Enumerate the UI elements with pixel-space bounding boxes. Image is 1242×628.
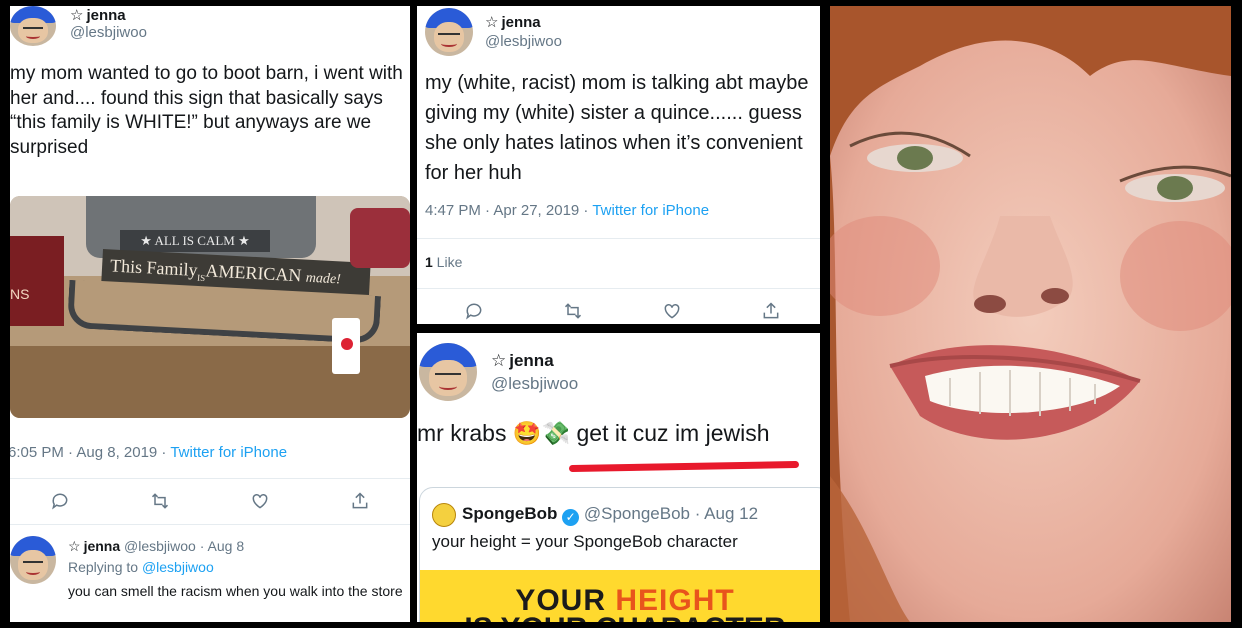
- tweet-text: mr krabs 🤩💸 get it cuz im jewish: [417, 420, 770, 446]
- selfie-photo: [830, 6, 1231, 622]
- like-icon[interactable]: [250, 491, 270, 511]
- avatar[interactable]: [425, 8, 473, 56]
- divider: [10, 524, 410, 525]
- user-name[interactable]: ☆ jenna: [485, 13, 541, 31]
- like-count[interactable]: 1 Like: [425, 254, 462, 270]
- replying-to-link[interactable]: @lesbjiwoo: [142, 559, 214, 575]
- reply-user-handle[interactable]: @lesbjiwoo: [124, 538, 196, 554]
- tweet-panel-boot-barn: ☆ jenna @lesbjiwoo my mom wanted to go to…: [10, 6, 410, 622]
- quoted-tweet[interactable]: SpongeBob ✓ @SpongeBob · Aug 12 your hei…: [419, 487, 820, 622]
- tweet-text: my mom wanted to go to boot barn, i went…: [10, 63, 403, 159]
- user-name[interactable]: ☆ jenna: [70, 6, 126, 24]
- tweet-panel-quince: ☆ jenna @lesbjiwoo my (white, racist) mom…: [417, 6, 820, 324]
- quoted-text: your height = your SpongeBob character: [432, 532, 738, 551]
- retweet-icon[interactable]: [563, 301, 583, 321]
- user-handle[interactable]: @lesbjiwoo: [491, 374, 578, 394]
- face-photo-illustration: [830, 6, 1231, 622]
- like-icon[interactable]: [662, 301, 682, 321]
- red-underline: [568, 460, 800, 473]
- tweet-timestamp[interactable]: 4:47 PM · Apr 27, 2019 · Twitter for iPh…: [425, 202, 709, 219]
- banner-line2: IS YOUR CHARACTER: [420, 612, 820, 622]
- retweet-icon[interactable]: [150, 491, 170, 511]
- divider: [417, 238, 820, 239]
- reply-header: ☆ jenna @lesbjiwoo · Aug 8: [68, 538, 245, 554]
- tweet-panel-mr-krabs: ☆ jenna @lesbjiwoo mr krabs 🤩💸 get it cuz…: [417, 333, 820, 622]
- divider: [417, 288, 820, 289]
- tweet-source-link[interactable]: Twitter for iPhone: [592, 202, 709, 219]
- verified-badge-icon: ✓: [562, 509, 580, 526]
- reply-user-name[interactable]: jenna: [84, 538, 121, 554]
- user-handle[interactable]: @lesbjiwoo: [70, 24, 147, 41]
- tweet-source-link[interactable]: Twitter for iPhone: [170, 444, 287, 461]
- tweet-photo[interactable]: NS ★ ALL IS CALM ★ This FamilyISAMERICAN…: [10, 196, 410, 418]
- quoted-banner[interactable]: YOUR HEIGHT IS YOUR CHARACTER: [420, 570, 820, 622]
- reply-icon[interactable]: [464, 301, 484, 321]
- quoted-header: SpongeBob ✓ @SpongeBob · Aug 12: [462, 504, 758, 526]
- quoted-user-name[interactable]: SpongeBob: [462, 504, 557, 523]
- tweet-actions: [425, 298, 820, 324]
- quoted-date[interactable]: · Aug 12: [695, 504, 758, 523]
- side-sign: NS: [10, 236, 64, 326]
- user-name[interactable]: ☆ jenna: [491, 351, 554, 371]
- quoted-user-handle[interactable]: @SpongeBob: [584, 504, 690, 523]
- reply-icon[interactable]: [50, 491, 70, 511]
- share-icon[interactable]: [761, 301, 781, 321]
- avatar[interactable]: [10, 6, 56, 46]
- avatar[interactable]: [419, 343, 477, 401]
- share-icon[interactable]: [350, 491, 370, 511]
- tweet-text: my (white, racist) mom is talking abt ma…: [425, 72, 809, 184]
- divider: [10, 478, 410, 479]
- user-handle[interactable]: @lesbjiwoo: [485, 33, 562, 50]
- quoted-avatar[interactable]: [432, 503, 456, 527]
- reply-date[interactable]: · Aug 8: [200, 538, 244, 554]
- reply-text: you can smell the racism when you walk i…: [68, 583, 403, 599]
- tweet-actions: [10, 486, 410, 516]
- sign-all-is-calm: ★ ALL IS CALM ★: [120, 230, 270, 252]
- replying-to: Replying to @lesbjiwoo: [68, 559, 214, 575]
- price-tag: [332, 318, 360, 374]
- tweet-timestamp[interactable]: 6:05 PM · Aug 8, 2019 · Twitter for iPho…: [10, 444, 287, 461]
- reply-avatar[interactable]: [10, 536, 56, 584]
